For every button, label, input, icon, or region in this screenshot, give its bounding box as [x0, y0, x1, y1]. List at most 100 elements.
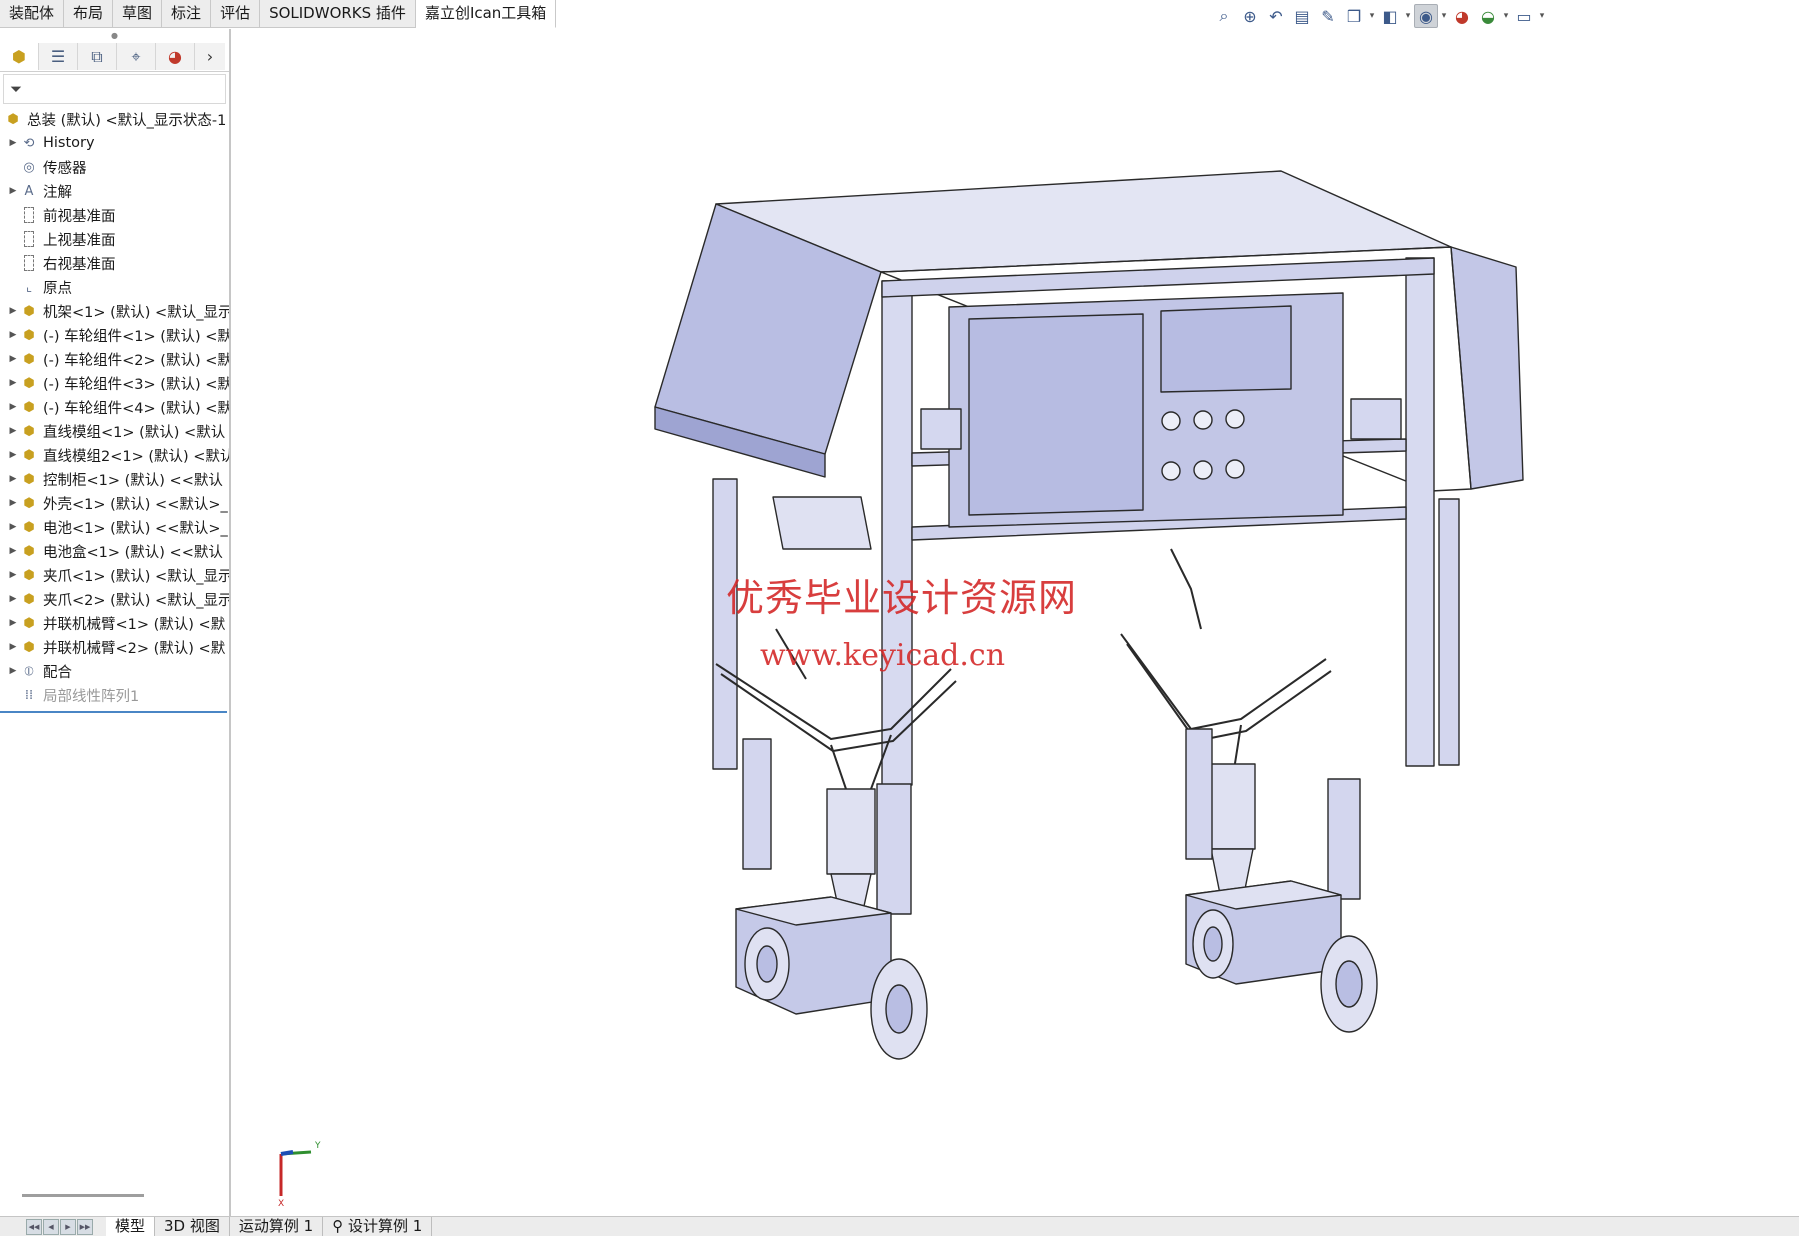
reference-triad[interactable]: Y X: [271, 1134, 331, 1209]
chevron-down-icon[interactable]: ▾: [1404, 11, 1412, 21]
expand-arrow-icon[interactable]: ▶: [6, 498, 20, 508]
last-tab-icon[interactable]: ▶▶: [77, 1218, 93, 1235]
tree-item[interactable]: ▶ ⬢ (-) 车轮组件<3> (默认) <默: [0, 371, 229, 395]
tree-item[interactable]: ⁞⁞ 局部线性阵列1: [0, 683, 229, 707]
tree-item-label: 并联机械臂<1> (默认) <默: [43, 616, 226, 633]
tree-item[interactable]: ▶ ⬢ 并联机械臂<2> (默认) <默: [0, 635, 229, 659]
tab-3d-view[interactable]: 3D 视图: [155, 1217, 230, 1236]
expand-arrow-icon[interactable]: ▶: [6, 306, 20, 316]
tree-item[interactable]: ▶ ⬢ 机架<1> (默认) <默认_显示: [0, 299, 229, 323]
tree-item[interactable]: ▶ ⬢ (-) 车轮组件<2> (默认) <默: [0, 347, 229, 371]
tree-item-label: 传感器: [43, 160, 87, 177]
view-orientation-icon[interactable]: ❒: [1342, 4, 1366, 28]
tree-item[interactable]: ▶ ⬢ 夹爪<1> (默认) <默认_显示: [0, 563, 229, 587]
configuration-manager-icon[interactable]: ⧉: [78, 43, 117, 70]
expand-arrow-icon[interactable]: ▶: [6, 594, 20, 604]
part-icon: ⬢: [23, 519, 35, 535]
tree-item-label: 直线模组2<1> (默认) <默认: [43, 448, 229, 465]
expand-arrow-icon[interactable]: ▶: [6, 474, 20, 484]
tree-item[interactable]: ▶ ⬢ (-) 车轮组件<4> (默认) <默: [0, 395, 229, 419]
expand-arrow-icon[interactable]: ▶: [6, 450, 20, 460]
expand-arrow-icon[interactable]: ▶: [6, 522, 20, 532]
assembly-icon: ⬢: [23, 423, 35, 439]
expand-arrow-icon[interactable]: ▶: [6, 618, 20, 628]
tree-root-assembly[interactable]: ⬢ 总装 (默认) <默认_显示状态-1: [0, 107, 229, 131]
tab-design-study[interactable]: ⚲ 设计算例 1: [323, 1217, 433, 1236]
tree-item-label: 电池<1> (默认) <<默认>_: [43, 520, 228, 537]
tree-item[interactable]: ▶ ⬢ 夹爪<2> (默认) <默认_显示: [0, 587, 229, 611]
display-manager-icon[interactable]: ◕: [156, 43, 195, 70]
expand-arrow-icon[interactable]: ▶: [6, 138, 20, 148]
tab-layout[interactable]: 布局: [64, 0, 114, 28]
tree-item[interactable]: ▶ A 注解: [0, 179, 229, 203]
chevron-down-icon[interactable]: ▾: [1538, 11, 1546, 21]
feature-manager-icon[interactable]: ⬢: [0, 43, 39, 70]
expand-arrow-icon[interactable]: ▶: [6, 666, 20, 676]
tree-item[interactable]: ▶ ⬢ 电池盒<1> (默认) <<默认: [0, 539, 229, 563]
chevron-down-icon[interactable]: ▾: [1440, 11, 1448, 21]
expand-arrow-icon[interactable]: ▶: [6, 186, 20, 196]
hide-show-items-icon[interactable]: ◉: [1414, 4, 1438, 28]
history-icon: ⟲: [23, 135, 35, 151]
tree-item[interactable]: ▶ ⬢ 控制柜<1> (默认) <<默认: [0, 467, 229, 491]
expand-arrow-icon[interactable]: ▶: [6, 642, 20, 652]
chevron-right-icon[interactable]: ›: [195, 43, 225, 70]
tree-item[interactable]: ▶ ⬢ 直线模组2<1> (默认) <默认: [0, 443, 229, 467]
tree-item[interactable]: 前视基准面: [0, 203, 229, 227]
display-style-icon[interactable]: ◧: [1378, 4, 1402, 28]
bottom-tab-bar: ◀◀ ◀ ▶ ▶▶ 模型 3D 视图 运动算例 1 ⚲ 设计算例 1: [0, 1216, 1799, 1236]
expand-arrow-icon[interactable]: ▶: [6, 426, 20, 436]
tree-item[interactable]: 上视基准面: [0, 227, 229, 251]
tree-item[interactable]: ▶ ⟲ History: [0, 131, 229, 155]
next-tab-icon[interactable]: ▶: [60, 1218, 76, 1235]
tab-markup[interactable]: 标注: [162, 0, 212, 28]
first-tab-icon[interactable]: ◀◀: [26, 1218, 42, 1235]
assembly-model-view[interactable]: [231, 29, 1799, 1217]
dynamic-annotation-icon[interactable]: ✎: [1316, 4, 1340, 28]
tree-item[interactable]: ▶ ⦶ 配合: [0, 659, 229, 683]
zoom-to-fit-icon[interactable]: ⌕: [1212, 4, 1236, 28]
mates-icon: ⦶: [24, 663, 34, 679]
section-view-icon[interactable]: ▤: [1290, 4, 1314, 28]
panel-collapse-handle[interactable]: ●: [0, 29, 229, 43]
property-manager-icon[interactable]: ☰: [39, 43, 78, 70]
triad-y-label: Y: [314, 1141, 321, 1151]
tree-item-label: 配合: [43, 664, 72, 681]
tab-sketch[interactable]: 草图: [113, 0, 163, 28]
tree-filter[interactable]: ⏷: [3, 74, 226, 104]
tree-item[interactable]: ▶ ⬢ 并联机械臂<1> (默认) <默: [0, 611, 229, 635]
expand-arrow-icon[interactable]: ▶: [6, 570, 20, 580]
tree-item[interactable]: ▶ ⬢ 直线模组<1> (默认) <默认: [0, 419, 229, 443]
tree-rollback-bar[interactable]: [0, 711, 227, 713]
previous-view-icon[interactable]: ↶: [1264, 4, 1288, 28]
view-settings-icon[interactable]: ▭: [1512, 4, 1536, 28]
chevron-down-icon[interactable]: ▾: [1368, 11, 1376, 21]
expand-arrow-icon[interactable]: ▶: [6, 330, 20, 340]
plane-icon: [24, 207, 34, 223]
tab-model[interactable]: 模型: [106, 1217, 156, 1236]
horizontal-scrollbar[interactable]: [22, 1194, 144, 1197]
apply-scene-icon[interactable]: ◒: [1476, 4, 1500, 28]
chevron-down-icon[interactable]: ▾: [1502, 11, 1510, 21]
expand-arrow-icon[interactable]: ▶: [6, 546, 20, 556]
tab-motion-study[interactable]: 运动算例 1: [229, 1217, 324, 1236]
tree-item-label: 注解: [43, 184, 72, 201]
tab-evaluate[interactable]: 评估: [211, 0, 261, 28]
tab-assembly[interactable]: 装配体: [0, 0, 65, 28]
dimxpert-manager-icon[interactable]: ⌖: [117, 43, 156, 70]
tab-solidworks-addins[interactable]: SOLIDWORKS 插件: [260, 0, 416, 28]
tree-item[interactable]: ⌞ 原点: [0, 275, 229, 299]
tree-item[interactable]: ◎ 传感器: [0, 155, 229, 179]
tree-item[interactable]: 右视基准面: [0, 251, 229, 275]
graphics-area[interactable]: 优秀毕业设计资源网 www.keyicad.cn Y X: [231, 29, 1799, 1217]
expand-arrow-icon[interactable]: ▶: [6, 378, 20, 388]
edit-appearance-icon[interactable]: ◕: [1450, 4, 1474, 28]
expand-arrow-icon[interactable]: ▶: [6, 402, 20, 412]
tree-item[interactable]: ▶ ⬢ (-) 车轮组件<1> (默认) <默: [0, 323, 229, 347]
tree-item[interactable]: ▶ ⬢ 电池<1> (默认) <<默认>_: [0, 515, 229, 539]
zoom-to-area-icon[interactable]: ⊕: [1238, 4, 1262, 28]
tab-ican-toolbox[interactable]: 嘉立创Ican工具箱: [415, 0, 557, 28]
prev-tab-icon[interactable]: ◀: [43, 1218, 59, 1235]
tree-item[interactable]: ▶ ⬢ 外壳<1> (默认) <<默认>_: [0, 491, 229, 515]
expand-arrow-icon[interactable]: ▶: [6, 354, 20, 364]
